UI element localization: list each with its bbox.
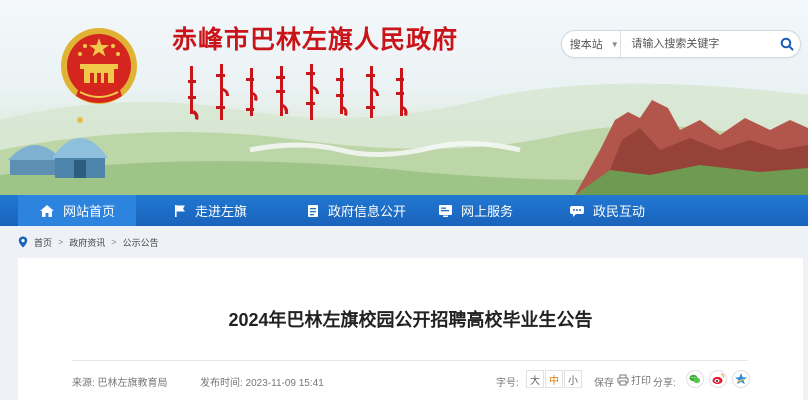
wechat-share-button[interactable] (686, 370, 704, 388)
search-scope-label: 搜本站 (569, 39, 603, 51)
font-size-label: 字号: (496, 378, 519, 389)
mongolian-title (188, 64, 408, 120)
search-scope-select[interactable]: 搜本站 ▼ (562, 31, 622, 57)
divider (72, 360, 748, 361)
chevron-down-icon: ▼ (610, 39, 619, 49)
header-banner: 赤峰市巴林左旗人民政府 搜本站 ▼ (0, 0, 808, 195)
home-icon (39, 204, 54, 217)
breadcrumb-separator: > (111, 237, 117, 247)
save-button[interactable]: 保存 (594, 374, 614, 389)
nav-item-home[interactable]: 网站首页 (18, 195, 136, 226)
font-size-small-button[interactable]: 小 (564, 370, 582, 388)
printer-icon (617, 374, 629, 385)
breadcrumb: 首页 > 政府资讯 > 公示公告 (18, 234, 159, 250)
nav-item-info-disclosure[interactable]: 政府信息公开 (306, 195, 406, 226)
flag-icon (175, 204, 185, 217)
wechat-icon (686, 370, 704, 388)
qzone-icon (732, 370, 750, 388)
site-title: 赤峰市巴林左旗人民政府 (172, 25, 459, 54)
nav-item-label: 网上服务 (461, 204, 514, 219)
location-pin-icon (18, 236, 28, 248)
main-nav: 网站首页 走进左旗 政府信息公开 网上服务 政民互动 (0, 195, 808, 226)
article-card: 2024年巴林左旗校园公开招聘高校毕业生公告 来源: 巴林左旗教育局 发布时间:… (18, 258, 803, 400)
breadcrumb-home[interactable]: 首页 (34, 236, 52, 249)
nav-item-about[interactable]: 走进左旗 (173, 195, 247, 226)
share-label: 分享: (653, 378, 676, 389)
search-icon (780, 37, 794, 51)
print-button[interactable]: 打印 (617, 372, 651, 387)
print-label: 打印 (631, 376, 651, 387)
search-input[interactable] (621, 31, 774, 57)
nav-item-interaction[interactable]: 政民互动 (569, 195, 645, 226)
nav-item-label: 政府信息公开 (328, 204, 407, 219)
document-icon (308, 204, 318, 217)
font-size-medium-button[interactable]: 中 (545, 370, 563, 388)
nav-item-label: 政民互动 (593, 204, 646, 219)
chat-icon (570, 205, 584, 217)
article-source: 来源: 巴林左旗教育局 (72, 378, 168, 389)
weibo-share-button[interactable] (709, 370, 727, 388)
font-size-large-button[interactable]: 大 (526, 370, 544, 388)
article-title: 2024年巴林左旗校园公开招聘高校毕业生公告 (228, 310, 593, 330)
weibo-icon (709, 370, 727, 388)
article-date: 发布时间: 2023-11-09 15:41 (200, 378, 324, 389)
search-button[interactable] (773, 31, 800, 57)
article-meta: 来源: 巴林左旗教育局 发布时间: 2023-11-09 15:41 字号: 大… (72, 368, 750, 392)
nav-item-online-service[interactable]: 网上服务 (438, 195, 513, 226)
breadcrumb-announcements[interactable]: 公示公告 (123, 236, 159, 249)
breadcrumb-news[interactable]: 政府资讯 (69, 236, 105, 249)
qzone-share-button[interactable] (732, 370, 750, 388)
nav-item-label: 网站首页 (62, 204, 115, 219)
breadcrumb-separator: > (58, 237, 64, 247)
search-box: 搜本站 ▼ (561, 30, 801, 58)
service-icon (439, 204, 452, 217)
national-emblem-icon (61, 28, 137, 104)
nav-item-label: 走进左旗 (195, 204, 248, 219)
